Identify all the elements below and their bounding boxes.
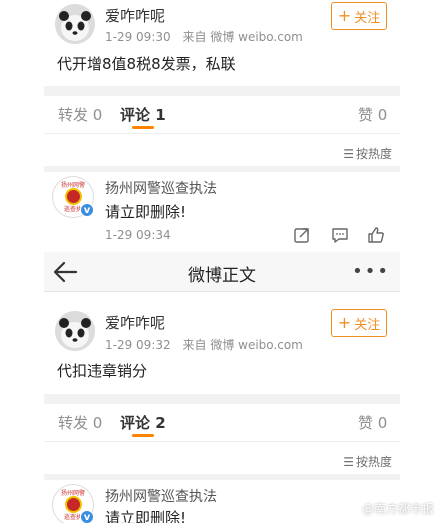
user-avatar[interactable] xyxy=(55,4,95,44)
username[interactable]: 爱咋咋呢 xyxy=(105,312,165,333)
username[interactable]: 爱咋咋呢 xyxy=(105,5,165,26)
police-emblem-icon xyxy=(65,496,82,513)
post-text: 代扣违章销分 xyxy=(57,362,148,380)
post-tabs: 转发 0 评论 1 赞 0 xyxy=(44,96,400,134)
follow-button[interactable]: + 关注 xyxy=(331,2,387,30)
post-meta: 1-29 09:32 来自 微博 weibo.com xyxy=(105,336,303,353)
watermark: @南方都市报 xyxy=(341,500,434,517)
user-avatar[interactable] xyxy=(55,311,95,351)
more-dots-icon[interactable]: ••• xyxy=(352,261,390,282)
follow-button[interactable]: + 关注 xyxy=(331,309,387,337)
sort-hot-button[interactable]: ☰ 按热度 xyxy=(343,453,392,470)
tab-like[interactable]: 赞 0 xyxy=(358,104,387,125)
comment-text: 请立即删除! xyxy=(105,203,187,221)
post-tabs: 转发 0 评论 2 赞 0 xyxy=(44,404,400,442)
nav-title: 微博正文 xyxy=(188,266,256,286)
sort-hot-button[interactable]: ☰ 按热度 xyxy=(343,145,392,162)
divider xyxy=(44,166,400,172)
police-emblem-icon xyxy=(65,188,82,205)
divider xyxy=(44,474,400,480)
verified-icon: v xyxy=(80,510,94,523)
comment-time: 1-29 09:34 xyxy=(105,228,171,242)
verified-icon: v xyxy=(80,203,94,217)
source-prefix: 来自 xyxy=(182,338,207,352)
plus-icon: + xyxy=(337,313,352,332)
tab-like[interactable]: 赞 0 xyxy=(358,412,387,433)
comment-author[interactable]: 扬州网警巡查执法 xyxy=(105,178,217,198)
tab-comment[interactable]: 评论 1 xyxy=(120,104,166,125)
comment-icon[interactable] xyxy=(331,226,349,244)
tab-active-indicator xyxy=(132,126,154,129)
top-nav-bar: 微博正文 ••• xyxy=(44,252,400,292)
post-meta: 1-29 09:30 来自 微博 weibo.com xyxy=(105,28,303,45)
post-source: 微博 weibo.com xyxy=(210,30,303,44)
weibo-logo-icon xyxy=(341,503,358,515)
source-prefix: 来自 xyxy=(182,30,207,44)
post-time: 1-29 09:30 xyxy=(105,30,171,44)
follow-label: 关注 xyxy=(354,10,381,26)
sort-icon: ☰ xyxy=(343,454,354,469)
tab-active-indicator xyxy=(132,434,154,437)
divider xyxy=(44,394,400,404)
share-icon[interactable] xyxy=(293,226,311,244)
tab-comment[interactable]: 评论 2 xyxy=(120,412,166,433)
post-source: 微博 weibo.com xyxy=(210,338,303,352)
comment-text: 请立即删除! xyxy=(105,509,187,523)
sort-icon: ☰ xyxy=(343,146,354,161)
sort-label: 按热度 xyxy=(355,147,392,161)
plus-icon: + xyxy=(337,6,352,25)
tab-repost[interactable]: 转发 0 xyxy=(58,104,102,125)
post-time: 1-29 09:32 xyxy=(105,338,171,352)
comment-author[interactable]: 扬州网警巡查执法 xyxy=(105,486,217,506)
tab-repost[interactable]: 转发 0 xyxy=(58,412,102,433)
follow-label: 关注 xyxy=(354,317,381,333)
divider xyxy=(44,86,400,96)
watermark-text: @南方都市报 xyxy=(361,502,434,516)
sort-label: 按热度 xyxy=(355,455,392,469)
like-icon[interactable] xyxy=(367,226,385,244)
post-text: 代开增8值8税8发票，私联 xyxy=(57,55,236,73)
